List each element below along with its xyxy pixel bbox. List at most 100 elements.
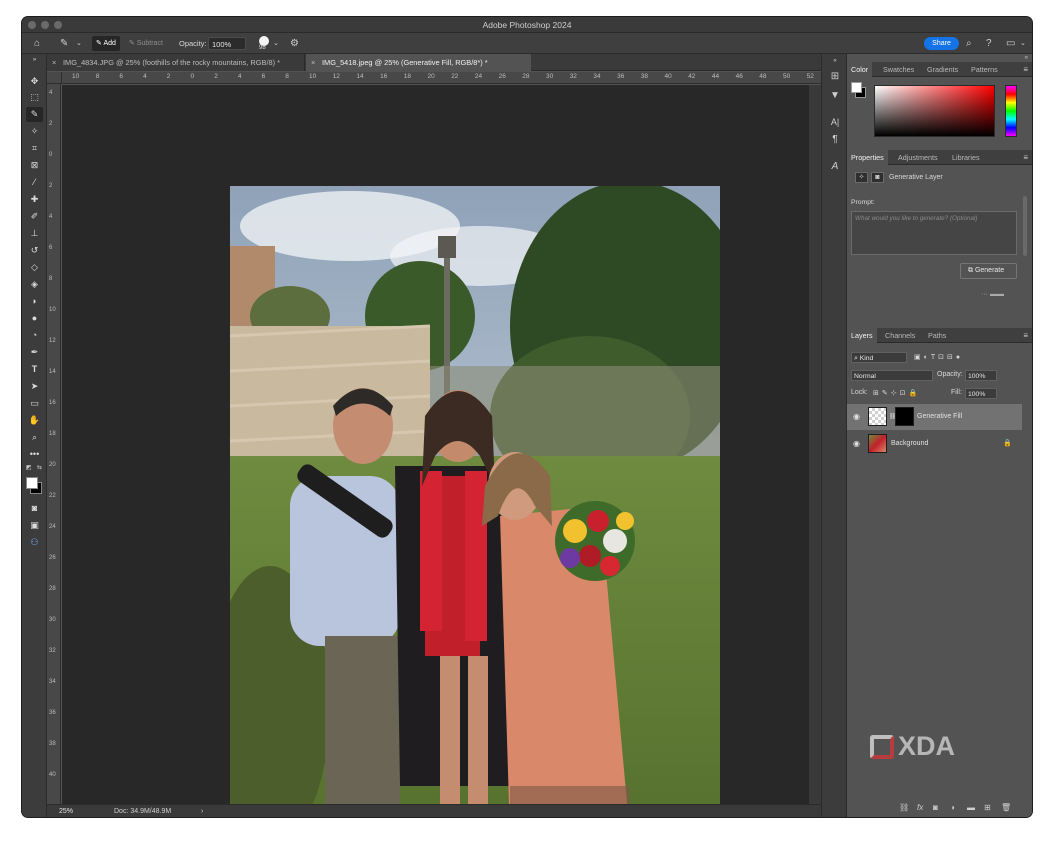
swap-colors-icon[interactable]: ⇆ <box>37 464 42 471</box>
collapse-toolbar-icon[interactable]: » <box>26 56 43 64</box>
healing-brush-tool-icon[interactable]: ✚ <box>26 192 43 207</box>
visibility-eye-icon[interactable]: ◉ <box>853 439 860 448</box>
close-tab-icon[interactable]: × <box>52 54 56 71</box>
ruler-origin[interactable] <box>47 72 62 84</box>
mask-thumbnail[interactable] <box>895 407 914 426</box>
brush-tool-icon[interactable]: ✎ <box>60 37 68 50</box>
new-group-icon[interactable]: ▬ <box>967 803 975 812</box>
add-mask-icon[interactable]: ◙ <box>933 803 938 812</box>
color-field[interactable] <box>874 85 995 137</box>
layer-filter-select[interactable]: ⌕ Kind <box>851 352 907 363</box>
more-options-icon[interactable]: ··· ▬▬ <box>981 291 1004 298</box>
trash-icon[interactable]: 🗑 <box>1001 803 1011 812</box>
paint-bucket-tool-icon[interactable]: ◈ <box>26 277 43 292</box>
link-layers-icon[interactable]: ⛓ <box>899 803 909 812</box>
dodge-tool-icon[interactable]: ● <box>26 311 43 326</box>
move-tool-icon[interactable]: ✥ <box>26 74 43 89</box>
eyedropper-tool-icon[interactable]: ⁄ <box>26 175 43 190</box>
stamp-tool-icon[interactable]: ⊥ <box>26 226 43 241</box>
pen-tool-icon[interactable]: ✒ <box>26 345 43 360</box>
search-icon[interactable]: ⌕ <box>966 37 972 50</box>
tab-channels[interactable]: Channels <box>881 328 919 343</box>
color-panel-menu-icon[interactable]: ≡ <box>1023 65 1028 74</box>
hand-tool-icon[interactable]: ✋ <box>26 413 43 428</box>
fill-field[interactable]: 100% <box>965 388 997 399</box>
prompt-input[interactable]: What would you like to generate? (Option… <box>851 211 1017 255</box>
quick-mask-icon[interactable]: ◙ <box>26 501 43 516</box>
paragraph-icon[interactable]: ¶ <box>829 134 841 146</box>
fx-icon[interactable]: fx <box>917 803 923 812</box>
tab-gradients[interactable]: Gradients <box>923 62 962 77</box>
generative-icon[interactable]: ⚇ <box>26 535 43 550</box>
add-mode-button[interactable]: ✎ Add <box>92 36 120 51</box>
comments-icon[interactable]: ▼ <box>829 90 841 102</box>
screen-mode-icon[interactable]: ▣ <box>26 518 43 533</box>
layers-panel-menu-icon[interactable]: ≡ <box>1023 331 1028 340</box>
home-icon[interactable]: ⌂ <box>34 37 40 50</box>
tab-color[interactable]: Color <box>847 62 873 77</box>
opacity-field[interactable]: 100% <box>208 37 246 50</box>
properties-panel-menu-icon[interactable]: ≡ <box>1023 153 1028 162</box>
path-selection-tool-icon[interactable]: ➤ <box>26 379 43 394</box>
workspace-chevron-icon[interactable]: ⌄ <box>1020 37 1026 50</box>
close-tab-icon[interactable]: × <box>311 54 315 71</box>
tab-img-4834[interactable]: × IMG_4834.JPG @ 25% (foothills of the r… <box>47 54 305 71</box>
brush-tool-icon[interactable]: ✐ <box>26 209 43 224</box>
horizontal-ruler[interactable]: 10 8 6 4 2 0 2 4 6 8 10 12 14 16 18 20 22 24 26 28 30 32 34 36 3… <box>62 72 821 84</box>
foreground-color-swatch[interactable] <box>26 477 38 489</box>
crop-tool-icon[interactable]: ⌗ <box>26 141 43 156</box>
zoom-level[interactable]: 25% <box>59 805 73 817</box>
gear-icon[interactable]: ⚙ <box>290 37 299 50</box>
type-tool-icon[interactable]: T <box>26 362 43 377</box>
magic-wand-tool-icon[interactable]: ✧ <box>26 124 43 139</box>
marquee-tool-icon[interactable]: ⬚ <box>26 90 43 105</box>
chevron-down-icon[interactable]: ⌄ <box>76 37 82 50</box>
share-button[interactable]: Share <box>924 37 959 50</box>
tab-paths[interactable]: Paths <box>924 328 950 343</box>
glyphs-icon[interactable]: A <box>829 161 841 173</box>
tab-img-5418[interactable]: × IMG_5418.jpeg @ 25% (Generative Fill, … <box>306 54 531 71</box>
fg-color-chip[interactable] <box>851 82 862 93</box>
new-layer-icon[interactable]: ⊞ <box>984 803 991 812</box>
vertical-ruler[interactable]: 4 2 0 2 4 6 8 10 12 14 16 18 20 22 24 26 28 30 32 34 36 38 40 <box>47 84 61 804</box>
dodge-burn-tool-icon[interactable]: ◔ <box>26 328 43 343</box>
tab-patterns[interactable]: Patterns <box>967 62 1002 77</box>
status-menu-icon[interactable]: › <box>201 805 203 817</box>
lock-icons[interactable]: ⊞✎⊹⊡🔒 <box>873 389 920 397</box>
visibility-eye-icon[interactable]: ◉ <box>853 412 860 421</box>
adjustment-layer-icon[interactable]: ◑ <box>950 803 955 812</box>
more-tools-icon[interactable]: ••• <box>26 447 43 462</box>
brush-size-chevron-icon[interactable]: ⌄ <box>273 37 279 50</box>
layer-generative-fill[interactable]: ◉ ⛓ Generative Fill <box>847 404 1022 430</box>
hue-slider[interactable] <box>1005 85 1017 137</box>
blend-mode-select[interactable]: Normal <box>851 370 933 381</box>
history-icon[interactable]: ⊞ <box>829 71 841 83</box>
properties-scrollbar[interactable] <box>1023 196 1027 256</box>
vertical-scrollbar[interactable] <box>809 85 821 804</box>
frame-tool-icon[interactable]: ⊠ <box>26 158 43 173</box>
default-colors-icon[interactable]: ◩ <box>26 464 32 471</box>
layer-background[interactable]: ◉ Background 🔒 <box>847 431 1022 457</box>
canvas-area[interactable] <box>62 85 809 817</box>
rectangle-tool-icon[interactable]: ▭ <box>26 396 43 411</box>
collapse-panels-icon[interactable]: » <box>1025 55 1028 61</box>
tab-swatches[interactable]: Swatches <box>879 62 918 77</box>
tab-layers[interactable]: Layers <box>847 328 877 343</box>
subtract-mode-button[interactable]: ✎ Subtract <box>125 36 167 51</box>
layer-opacity-field[interactable]: 100% <box>965 370 997 381</box>
tab-adjustments[interactable]: Adjustments <box>894 150 942 165</box>
tab-properties[interactable]: Properties <box>847 150 888 165</box>
collapse-dock-icon[interactable]: « <box>829 57 841 65</box>
help-icon[interactable]: ? <box>986 37 992 50</box>
layer-filter-icons[interactable]: ▣◐T⊡⊟● <box>914 353 963 361</box>
workspace-icon[interactable]: ▭ <box>1006 37 1015 50</box>
tab-libraries[interactable]: Libraries <box>948 150 984 165</box>
lasso-tool-icon[interactable]: ✎ <box>26 107 43 122</box>
generate-button[interactable]: ⧉ Generate <box>960 263 1017 279</box>
document-photo[interactable] <box>230 186 720 817</box>
mask-icon[interactable]: ◙ <box>871 172 884 183</box>
character-icon[interactable]: A| <box>829 116 841 128</box>
history-brush-tool-icon[interactable]: ↺ <box>26 243 43 258</box>
eraser-tool-icon[interactable]: ◇ <box>26 260 43 275</box>
zoom-tool-icon[interactable]: ⌕ <box>26 430 43 445</box>
